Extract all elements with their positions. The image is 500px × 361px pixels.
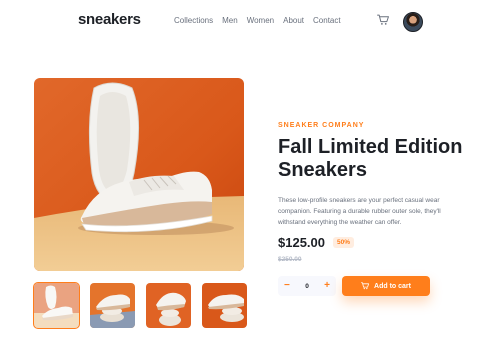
nav-contact[interactable]: Contact — [313, 16, 341, 25]
nav-women[interactable]: Women — [247, 16, 274, 25]
quantity-value: 0 — [305, 282, 309, 290]
discount-badge: 50% — [333, 237, 355, 248]
company-label: SNEAKER COMPANY — [278, 122, 365, 129]
nav-collections[interactable]: Collections — [174, 16, 213, 25]
thumbnail-1[interactable] — [33, 282, 80, 329]
original-price: $250.00 — [278, 256, 302, 263]
cart-icon[interactable] — [377, 14, 389, 26]
minus-icon[interactable]: − — [284, 281, 290, 291]
nav-about[interactable]: About — [283, 16, 304, 25]
thumbnail-2[interactable] — [90, 283, 135, 328]
add-to-cart-label: Add to cart — [374, 282, 411, 290]
nav-men[interactable]: Men — [222, 16, 238, 25]
quantity-stepper: − 0 + — [278, 276, 336, 296]
price-row: $125.00 50% — [278, 235, 355, 250]
cart-icon — [361, 282, 370, 290]
site-header: sneakers Collections Men Women About Con… — [0, 0, 500, 44]
product-description: These low-profile sneakers are your perf… — [278, 197, 441, 226]
thumbnail-3[interactable] — [146, 283, 191, 328]
logo[interactable]: sneakers — [78, 11, 141, 28]
main-nav: Collections Men Women About Contact — [174, 16, 341, 25]
thumbnail-4[interactable] — [202, 283, 247, 328]
product-title: Fall Limited Edition Sneakers — [278, 136, 463, 181]
plus-icon[interactable]: + — [324, 281, 330, 291]
add-to-cart-button[interactable]: Add to cart — [342, 276, 430, 296]
thumbnail-strip — [33, 282, 247, 329]
avatar[interactable] — [403, 12, 423, 32]
sneaker-photo — [34, 78, 244, 271]
product-main-image[interactable] — [34, 78, 244, 271]
current-price: $125.00 — [278, 235, 325, 250]
